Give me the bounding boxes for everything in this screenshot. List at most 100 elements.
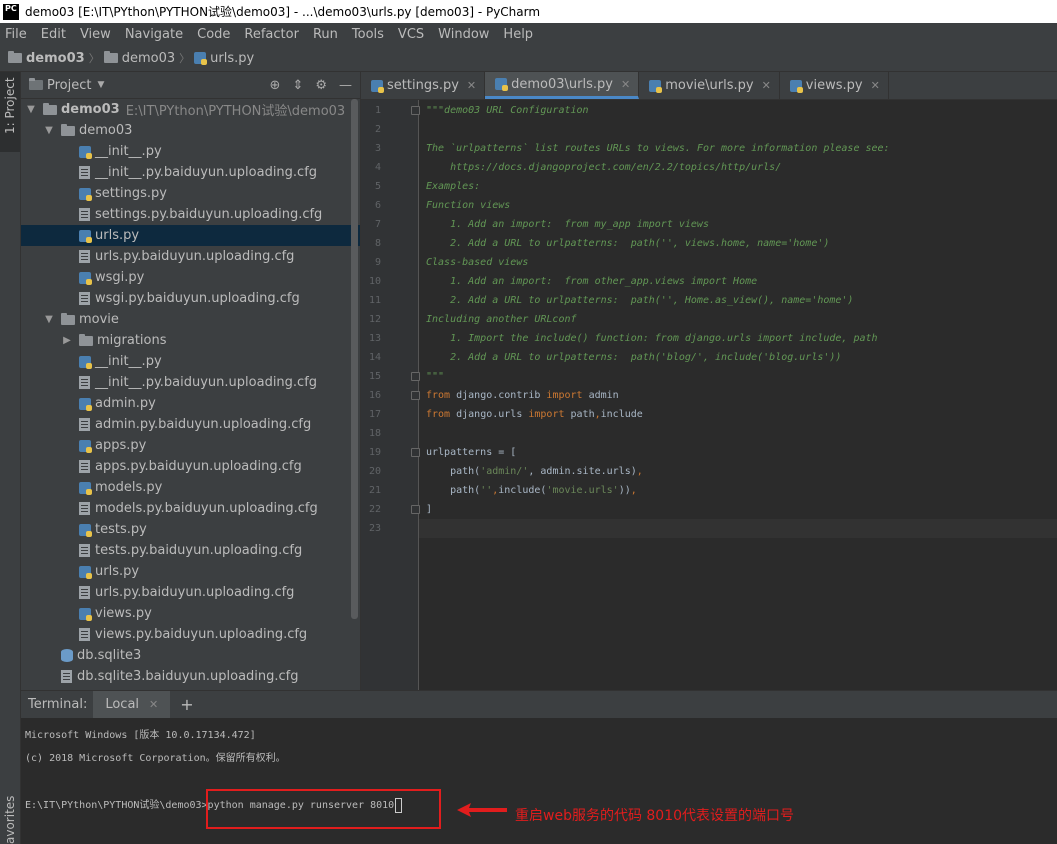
fold-marker-icon[interactable]	[411, 505, 420, 514]
line-number: 8	[374, 238, 381, 249]
tool-tab-favorites[interactable]: avorites	[3, 796, 17, 844]
python-file-icon	[79, 187, 92, 201]
folder-icon	[103, 51, 118, 63]
menu-view[interactable]: View	[77, 27, 111, 42]
menu-vcs[interactable]: VCS	[395, 27, 424, 42]
code-line: from django.contrib import admin	[426, 390, 619, 401]
gear-icon[interactable]: ⚙	[315, 78, 327, 93]
close-icon[interactable]: ✕	[467, 79, 476, 92]
menu-file[interactable]: File	[2, 27, 27, 42]
tree-item[interactable]: ▼ demo03 E:\IT\PYthon\PYTHON试验\demo03	[21, 99, 360, 120]
code-token: Class-based views	[426, 257, 529, 268]
chevron-right-icon: 〉	[179, 52, 191, 65]
tree-item-label: db.sqlite3	[77, 648, 142, 663]
editor-tabs: settings.py ✕ demo03\urls.py ✕ movie\urls.py…	[361, 72, 1057, 100]
breadcrumb-item-package[interactable]: demo03	[103, 51, 175, 66]
line-number: 23	[368, 523, 381, 534]
tree-item[interactable]: settings.py	[21, 183, 360, 204]
fold-marker-icon[interactable]	[411, 372, 420, 381]
tree-item[interactable]: urls.py	[21, 561, 360, 582]
fold-marker-icon[interactable]	[411, 106, 420, 115]
folder-icon	[43, 102, 57, 115]
tree-item[interactable]: wsgi.py	[21, 267, 360, 288]
tree-item[interactable]: urls.py.baiduyun.uploading.cfg	[21, 246, 360, 267]
tree-item[interactable]: db.sqlite3	[21, 645, 360, 666]
menu-code[interactable]: Code	[194, 27, 230, 42]
tree-item[interactable]: __init__.py	[21, 351, 360, 372]
menu-window[interactable]: Window	[435, 27, 489, 42]
line-number: 21	[368, 485, 381, 496]
chevron-down-icon[interactable]: ▼	[25, 104, 37, 115]
tree-item-label: db.sqlite3.baiduyun.uploading.cfg	[77, 669, 299, 684]
editor-tab[interactable]: movie\urls.py ✕	[639, 72, 780, 99]
editor-tab[interactable]: settings.py ✕	[361, 72, 486, 99]
left-tool-strip: 1: Project avorites	[0, 72, 21, 844]
tree-item[interactable]: ▼ demo03	[21, 120, 360, 141]
menu-help[interactable]: Help	[500, 27, 533, 42]
minimize-icon[interactable]: —	[339, 78, 352, 93]
menu-edit[interactable]: Edit	[38, 27, 66, 42]
tree-item[interactable]: models.py.baiduyun.uploading.cfg	[21, 498, 360, 519]
locate-file-icon[interactable]: ⊕	[270, 78, 281, 93]
close-icon[interactable]: ✕	[871, 79, 880, 92]
project-tree: ▼ demo03 E:\IT\PYthon\PYTHON试验\demo03 ▼ demo…	[21, 99, 360, 689]
chevron-right-icon[interactable]: ▶	[61, 335, 73, 346]
menu-tools[interactable]: Tools	[349, 27, 384, 42]
terminal-tab-local[interactable]: Local ✕	[93, 691, 171, 718]
code-area[interactable]: 1 2 3 4 5 6 7 8 9 10 11 12 13 14 15 16 17 18 19 20 21 22 23 ""…	[361, 100, 1057, 690]
close-icon[interactable]: ✕	[762, 79, 771, 92]
close-icon[interactable]: ✕	[149, 698, 158, 711]
tree-item[interactable]: __init__.py.baiduyun.uploading.cfg	[21, 372, 360, 393]
menu-navigate[interactable]: Navigate	[122, 27, 183, 42]
chevron-down-icon[interactable]: ▼	[43, 314, 55, 325]
menu-run[interactable]: Run	[310, 27, 338, 42]
tree-item[interactable]: __init__.py	[21, 141, 360, 162]
tree-item[interactable]: wsgi.py.baiduyun.uploading.cfg	[21, 288, 360, 309]
tree-item[interactable]: models.py	[21, 477, 360, 498]
code-line: 2. Add a URL to urlpatterns: path('', Ho…	[426, 295, 853, 306]
fold-marker-icon[interactable]	[411, 391, 420, 400]
code-token: Examples:	[426, 181, 481, 192]
chevron-down-icon[interactable]: ▼	[97, 80, 104, 90]
tree-item[interactable]: __init__.py.baiduyun.uploading.cfg	[21, 162, 360, 183]
tree-item[interactable]: settings.py.baiduyun.uploading.cfg	[21, 204, 360, 225]
python-file-icon	[79, 439, 92, 453]
tree-item[interactable]: db.sqlite3.baiduyun.uploading.cfg	[21, 666, 360, 687]
tree-item[interactable]: urls.py	[21, 225, 360, 246]
tree-item[interactable]: views.py	[21, 603, 360, 624]
tree-item-label: admin.py.baiduyun.uploading.cfg	[95, 417, 312, 432]
tree-item[interactable]: views.py.baiduyun.uploading.cfg	[21, 624, 360, 645]
collapse-all-icon[interactable]: ⇕	[292, 78, 303, 93]
chevron-right-icon: 〉	[88, 52, 100, 65]
tree-item[interactable]: urls.py.baiduyun.uploading.cfg	[21, 582, 360, 603]
line-number: 5	[374, 181, 381, 192]
fold-marker-icon[interactable]	[411, 448, 420, 457]
code-token: Function views	[426, 200, 511, 211]
editor-tab[interactable]: views.py ✕	[780, 72, 889, 99]
close-icon[interactable]: ✕	[621, 78, 630, 91]
project-scrollbar[interactable]	[351, 99, 358, 619]
tree-item[interactable]: tests.py	[21, 519, 360, 540]
code-token: https://docs.djangoproject.com/en/2.2/to…	[426, 162, 782, 173]
new-terminal-plus-icon[interactable]: +	[180, 695, 193, 714]
code-token: 2. Add a URL to urlpatterns: path('', Ho…	[426, 295, 854, 306]
menu-refactor[interactable]: Refactor	[241, 27, 299, 42]
tree-item[interactable]: admin.py.baiduyun.uploading.cfg	[21, 414, 360, 435]
tree-item[interactable]: apps.py	[21, 435, 360, 456]
terminal-label: Terminal:	[28, 697, 88, 712]
tool-tab-project[interactable]: 1: Project	[0, 72, 20, 152]
window-title: demo03 [E:\IT\PYthon\PYTHON试验\demo03] - …	[25, 5, 541, 19]
tree-item[interactable]: ▼ movie	[21, 309, 360, 330]
breadcrumb-item-project[interactable]: demo03	[8, 51, 85, 66]
tree-item[interactable]: admin.py	[21, 393, 360, 414]
tree-item[interactable]: apps.py.baiduyun.uploading.cfg	[21, 456, 360, 477]
breadcrumb-item-file[interactable]: urls.py	[194, 51, 254, 66]
chevron-down-icon[interactable]: ▼	[43, 125, 55, 136]
editor-tab[interactable]: demo03\urls.py ✕	[485, 72, 640, 99]
tree-item[interactable]: tests.py.baiduyun.uploading.cfg	[21, 540, 360, 561]
tree-item[interactable]: ▶ migrations	[21, 330, 360, 351]
project-view-selector[interactable]: Project	[47, 78, 91, 93]
code-line: Examples:	[426, 181, 480, 192]
python-file-icon	[371, 79, 384, 93]
code-token: import	[546, 390, 583, 401]
